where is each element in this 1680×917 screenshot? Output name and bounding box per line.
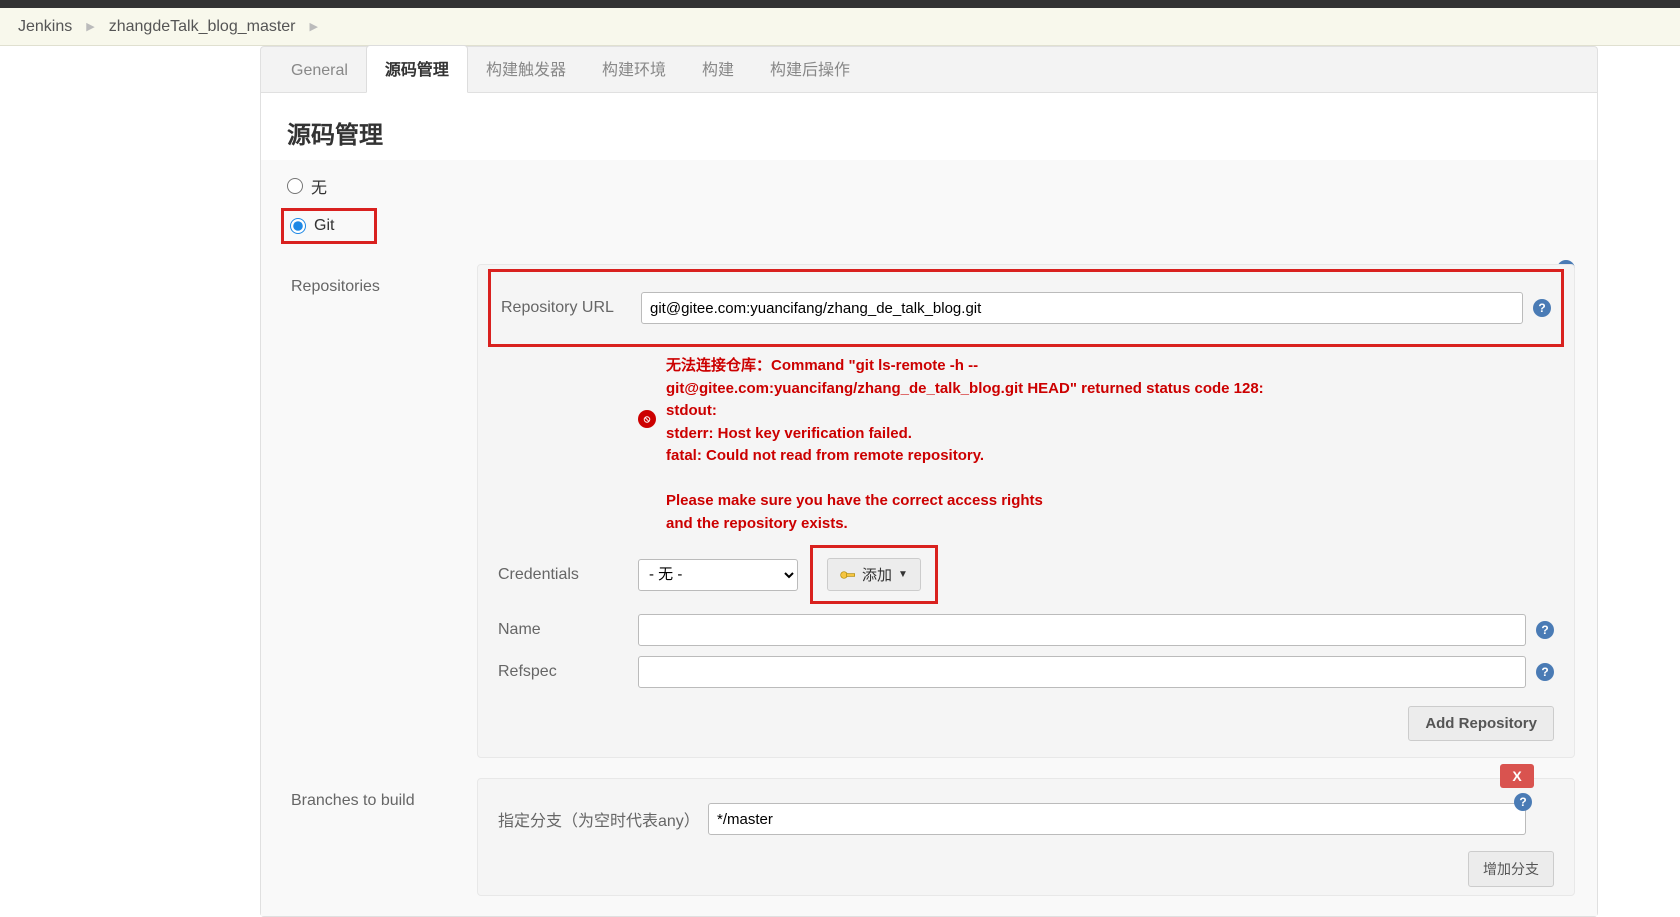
tab-build[interactable]: 构建 — [684, 46, 752, 92]
help-icon[interactable]: ? — [1536, 663, 1554, 681]
branch-spec-input[interactable] — [708, 803, 1526, 835]
label-repository-url: Repository URL — [501, 299, 641, 317]
add-credentials-label: 添加 — [862, 564, 892, 585]
error-text: 无法连接仓库：Command "git ls-remote -h -- git@… — [666, 355, 1264, 535]
highlight-box-repo-url: Repository URL ? — [488, 269, 1564, 347]
config-panel: 源码管理 无 Git Repositories — [260, 92, 1598, 917]
key-icon — [840, 570, 856, 580]
help-icon[interactable]: ? — [1514, 793, 1532, 811]
chevron-right-icon: ▶ — [310, 20, 318, 33]
repository-block: Repository URL ? ⦸ 无法连接仓库：Command "git l… — [477, 264, 1575, 758]
chevron-right-icon: ▶ — [86, 20, 94, 33]
tab-env[interactable]: 构建环境 — [584, 46, 684, 92]
tab-post[interactable]: 构建后操作 — [752, 46, 868, 92]
breadcrumb: Jenkins ▶ zhangdeTalk_blog_master ▶ — [0, 8, 1680, 46]
tab-triggers[interactable]: 构建触发器 — [468, 46, 584, 92]
breadcrumb-job[interactable]: zhangdeTalk_blog_master — [109, 18, 296, 36]
branches-block: X ? 指定分支（为空时代表any） 增加分支 — [477, 778, 1575, 896]
highlight-box-add-credentials: 添加 ▼ — [810, 545, 938, 604]
radio-git[interactable] — [290, 218, 306, 234]
highlight-box-git: Git — [281, 208, 377, 244]
delete-branch-button[interactable]: X — [1500, 764, 1534, 788]
tab-general[interactable]: General — [273, 52, 366, 92]
repository-url-input[interactable] — [641, 292, 1523, 324]
add-credentials-button[interactable]: 添加 ▼ — [827, 558, 921, 591]
scm-option-git[interactable]: Git — [290, 217, 334, 235]
scm-options: 无 Git — [261, 162, 1597, 264]
radio-none-label: 无 — [311, 174, 327, 198]
config-tabs: General 源码管理 构建触发器 构建环境 构建 构建后操作 — [260, 46, 1598, 92]
tab-scm[interactable]: 源码管理 — [366, 45, 468, 93]
add-repository-button[interactable]: Add Repository — [1408, 706, 1554, 741]
radio-none[interactable] — [287, 178, 303, 194]
breadcrumb-root[interactable]: Jenkins — [18, 18, 72, 36]
repo-name-input[interactable] — [638, 614, 1526, 646]
error-icon: ⦸ — [638, 410, 656, 428]
label-branch-spec: 指定分支（为空时代表any） — [498, 807, 708, 831]
add-branch-button[interactable]: 增加分支 — [1468, 851, 1554, 887]
label-repositories: Repositories — [261, 278, 477, 296]
radio-git-label: Git — [314, 217, 334, 235]
window-chrome-top — [0, 0, 1680, 8]
error-message-row: ⦸ 无法连接仓库：Command "git ls-remote -h -- gi… — [638, 355, 1554, 535]
help-icon[interactable]: ? — [1533, 299, 1551, 317]
label-name: Name — [498, 621, 638, 639]
scm-option-none[interactable]: 无 — [281, 168, 1577, 204]
label-branches: Branches to build — [261, 792, 477, 810]
label-refspec: Refspec — [498, 663, 638, 681]
credentials-select[interactable]: - 无 - — [638, 559, 798, 591]
refspec-input[interactable] — [638, 656, 1526, 688]
help-icon[interactable]: ? — [1536, 621, 1554, 639]
label-credentials: Credentials — [498, 566, 638, 584]
caret-down-icon: ▼ — [898, 569, 908, 580]
section-heading-scm: 源码管理 — [261, 93, 1597, 160]
